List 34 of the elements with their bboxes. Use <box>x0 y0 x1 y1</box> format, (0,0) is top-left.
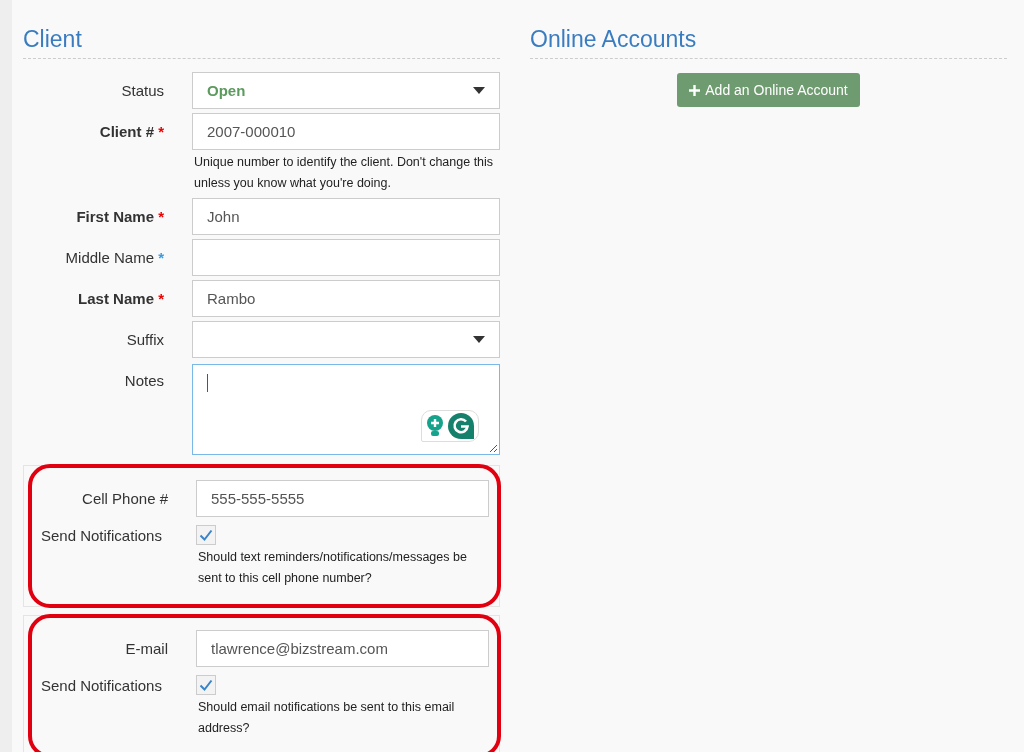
caret-icon <box>473 87 485 94</box>
help-text: Should text reminders/notifications/messages be sent to this cell phone number? <box>197 549 468 587</box>
help-text: Should email notifications be sent to this email address? <box>197 699 456 737</box>
text-field[interactable]: Rambo <box>192 280 500 317</box>
text-field[interactable]: John <box>192 198 500 235</box>
assistant-badge[interactable] <box>421 410 479 442</box>
select-field[interactable] <box>192 321 500 358</box>
field-label: Suffix <box>126 331 164 348</box>
section-heading: Online Accounts <box>530 26 1007 59</box>
field-label: Client # * <box>99 123 164 140</box>
text-field[interactable]: 555-555-5555 <box>196 480 489 517</box>
caret-icon <box>473 336 485 343</box>
select-value: Open <box>207 82 246 99</box>
text-field[interactable]: tlawrence@bizstream.com <box>196 630 489 667</box>
section-heading: Client <box>23 26 500 59</box>
resize-grip-icon[interactable] <box>489 444 497 452</box>
lightbulb-icon <box>426 415 444 437</box>
g-logo-icon <box>448 413 474 439</box>
checkbox[interactable] <box>196 675 216 695</box>
field-label: E-mail <box>124 640 168 657</box>
checkbox[interactable] <box>196 525 216 545</box>
checkbox-label: Send Notifications <box>41 676 163 694</box>
field-label: Middle Name * <box>65 249 164 266</box>
field-label: Notes <box>124 372 164 389</box>
field-label: First Name * <box>76 208 164 225</box>
text-field[interactable]: 2007-000010 <box>192 113 500 150</box>
help-text: Unique number to identify the client. Don't change this unless you know what you're doing. <box>193 154 495 192</box>
notes-field[interactable] <box>192 364 500 455</box>
text-field[interactable] <box>192 239 500 276</box>
field-label: Cell Phone # <box>81 490 168 507</box>
checkbox-label: Send Notifications <box>41 526 163 544</box>
plus-icon <box>689 84 701 96</box>
field-label: Status <box>121 82 164 99</box>
field-label: Last Name * <box>78 290 164 307</box>
